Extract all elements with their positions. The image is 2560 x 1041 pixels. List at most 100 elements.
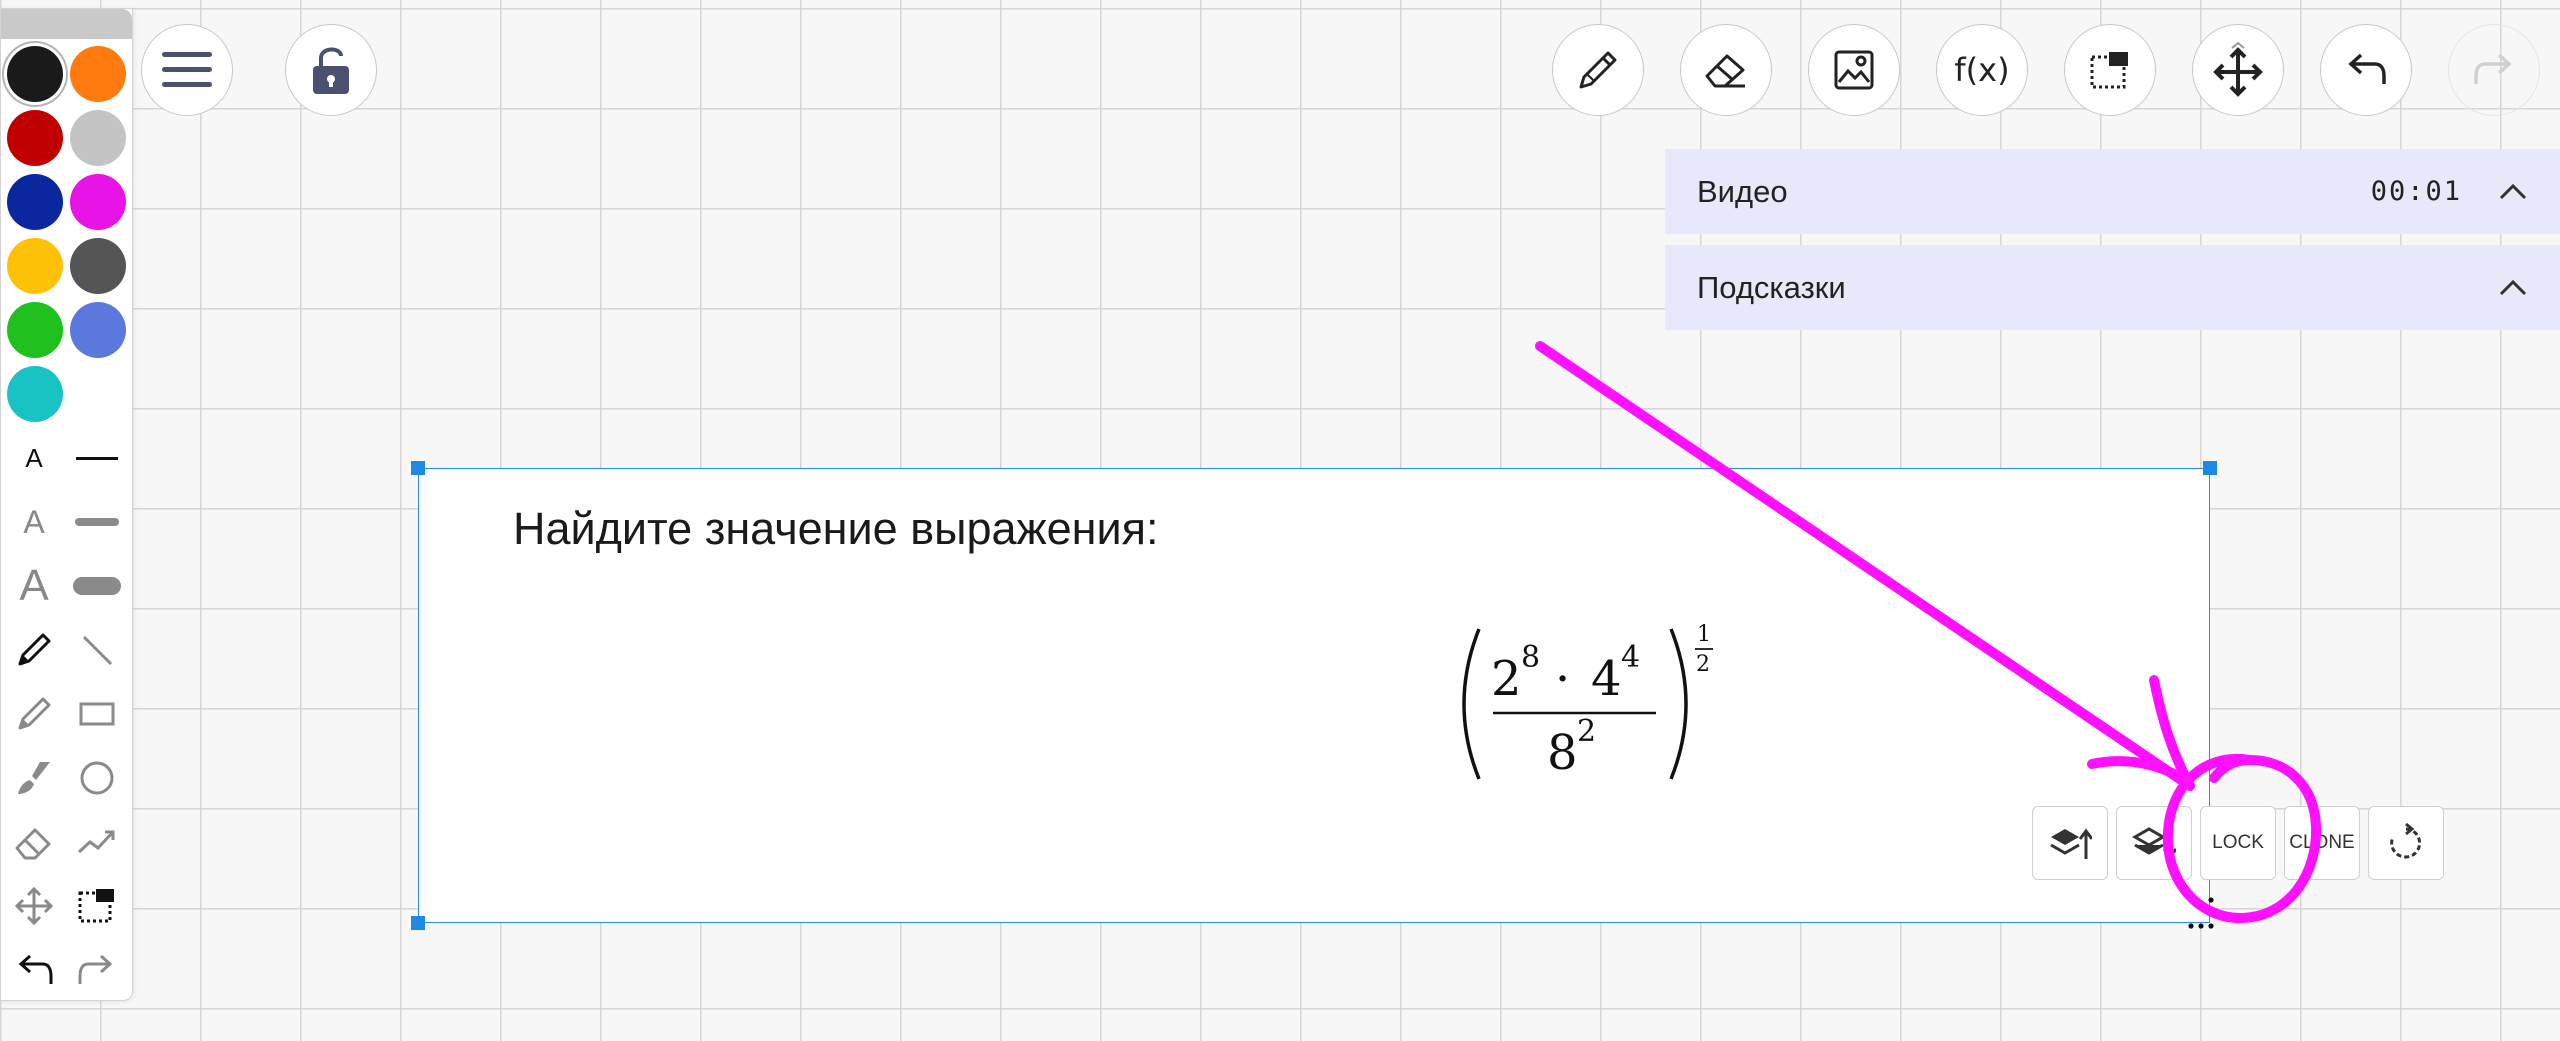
text-size-small-button[interactable]: A bbox=[10, 434, 58, 482]
hints-panel-title: Подсказки bbox=[1697, 269, 1846, 305]
pencil-button[interactable] bbox=[1552, 24, 1644, 116]
send-backward-icon bbox=[2132, 827, 2176, 860]
formula-base-c: 8 bbox=[1547, 725, 1578, 781]
chevron-up-icon[interactable] bbox=[2498, 278, 2528, 298]
polyline-tool-button[interactable] bbox=[73, 818, 121, 866]
image-icon bbox=[1834, 50, 1874, 90]
color-swatch-black[interactable] bbox=[7, 46, 63, 102]
send-backward-button[interactable] bbox=[2116, 806, 2192, 880]
select-area-button[interactable] bbox=[2064, 24, 2156, 116]
chevron-up-icon[interactable] bbox=[2498, 182, 2528, 202]
redo-icon bbox=[78, 954, 113, 984]
eraser-icon bbox=[1705, 54, 1745, 88]
resize-handle-top-left[interactable] bbox=[411, 461, 425, 475]
line-thick-icon bbox=[73, 577, 121, 595]
text-size-large-button[interactable]: A bbox=[10, 561, 58, 610]
formula-outer-num: 1 bbox=[1697, 622, 1711, 647]
formula-outer-den: 2 bbox=[1696, 652, 1710, 677]
palette-drag-handle[interactable] bbox=[1, 9, 132, 39]
line-thin-icon bbox=[76, 457, 118, 460]
highlighter-tool-button[interactable] bbox=[10, 690, 58, 738]
brush-icon bbox=[18, 762, 50, 794]
text-size-small-label: A bbox=[25, 442, 43, 473]
redo-button[interactable] bbox=[2448, 24, 2540, 116]
undo-icon bbox=[18, 954, 53, 984]
select-area-icon bbox=[78, 889, 114, 923]
formula-base-a: 2 bbox=[1491, 651, 1522, 707]
bring-forward-button[interactable] bbox=[2032, 806, 2108, 880]
line-thick-button[interactable] bbox=[73, 562, 121, 610]
color-swatch-magenta[interactable] bbox=[70, 174, 126, 230]
task-prompt: Найдите значение выражения: bbox=[513, 503, 1159, 554]
formula-exp-b: 4 bbox=[1621, 640, 1640, 675]
math-formula: 2 8 · 4 4 8 2 1 2 bbox=[1462, 622, 1713, 781]
redo-tool-button[interactable] bbox=[73, 946, 121, 994]
video-panel[interactable]: Видео 00:01 bbox=[1665, 149, 2560, 234]
undo-tool-button[interactable] bbox=[10, 946, 58, 994]
formula-exp-c: 2 bbox=[1577, 714, 1596, 749]
color-swatch-yellow[interactable] bbox=[7, 238, 63, 294]
formula-exp-a: 8 bbox=[1521, 640, 1540, 675]
text-size-large-label: A bbox=[19, 561, 49, 610]
ellipse-icon bbox=[80, 761, 114, 795]
color-swatch-orange[interactable] bbox=[70, 46, 126, 102]
rectangle-icon bbox=[79, 702, 115, 726]
pen-tool-button[interactable] bbox=[10, 626, 58, 674]
move-icon bbox=[2213, 42, 2263, 97]
text-size-medium-button[interactable]: A bbox=[10, 498, 58, 546]
redo-icon bbox=[2474, 53, 2512, 84]
line-tool-button[interactable] bbox=[73, 626, 121, 674]
formula-base-b: 4 bbox=[1591, 651, 1622, 707]
rotate-icon bbox=[2390, 823, 2422, 859]
color-swatch-light-gray[interactable] bbox=[70, 110, 126, 166]
eraser-icon bbox=[15, 828, 51, 860]
move-icon bbox=[14, 886, 54, 926]
clone-button-label: CLONE bbox=[2289, 832, 2355, 853]
rectangle-tool-button[interactable] bbox=[73, 690, 121, 738]
line-thin-button[interactable] bbox=[73, 434, 121, 482]
formula-dot: · bbox=[1555, 651, 1570, 707]
resize-handle-bottom-left[interactable] bbox=[411, 916, 425, 930]
ellipse-tool-button[interactable] bbox=[73, 754, 121, 802]
lock-object-button[interactable]: LOCK bbox=[2200, 806, 2276, 880]
rotate-object-button[interactable] bbox=[2368, 806, 2444, 880]
function-icon: f(x) bbox=[1954, 51, 2010, 89]
brush-tool-button[interactable] bbox=[10, 754, 58, 802]
eraser-tool-button[interactable] bbox=[10, 818, 58, 866]
line-medium-button[interactable] bbox=[73, 498, 121, 546]
select-tool-button[interactable] bbox=[73, 882, 121, 930]
color-swatch-blue[interactable] bbox=[70, 302, 126, 358]
select-area-icon bbox=[2090, 52, 2128, 89]
lock-button-label: LOCK bbox=[2212, 832, 2264, 853]
menu-icon bbox=[162, 52, 212, 87]
color-swatch-red[interactable] bbox=[7, 110, 63, 166]
insert-image-button[interactable] bbox=[1808, 24, 1900, 116]
tool-palette: A A A bbox=[0, 8, 133, 1001]
video-timer: 00:01 bbox=[2370, 176, 2462, 207]
line-icon bbox=[82, 635, 113, 666]
unlock-icon bbox=[313, 47, 349, 94]
pen-icon bbox=[18, 633, 51, 666]
move-tool-button[interactable] bbox=[10, 882, 58, 930]
polyline-icon bbox=[77, 830, 115, 854]
undo-icon bbox=[2348, 53, 2386, 84]
color-swatch-green[interactable] bbox=[7, 302, 63, 358]
color-swatch-navy[interactable] bbox=[7, 174, 63, 230]
video-panel-title: Видео bbox=[1697, 173, 1788, 209]
clone-object-button[interactable]: CLONE bbox=[2284, 806, 2360, 880]
bring-forward-icon bbox=[2050, 828, 2092, 859]
color-swatch-dark-gray[interactable] bbox=[70, 238, 126, 294]
function-button[interactable]: f(x) bbox=[1936, 24, 2028, 116]
task-card[interactable]: Найдите значение выражения: 2 8 · 4 4 8 … bbox=[418, 468, 2210, 923]
undo-button[interactable] bbox=[2320, 24, 2412, 116]
hints-panel[interactable]: Подсказки bbox=[1665, 245, 2560, 330]
highlighter-icon bbox=[18, 697, 51, 730]
menu-button[interactable] bbox=[141, 24, 233, 116]
resize-handle-bottom-right[interactable] bbox=[2186, 896, 2216, 930]
lock-board-button[interactable] bbox=[285, 24, 377, 116]
resize-handle-top-right[interactable] bbox=[2203, 461, 2217, 475]
move-button[interactable] bbox=[2192, 24, 2284, 116]
color-swatch-teal[interactable] bbox=[7, 366, 63, 422]
line-medium-icon bbox=[75, 518, 119, 526]
eraser-button[interactable] bbox=[1680, 24, 1772, 116]
